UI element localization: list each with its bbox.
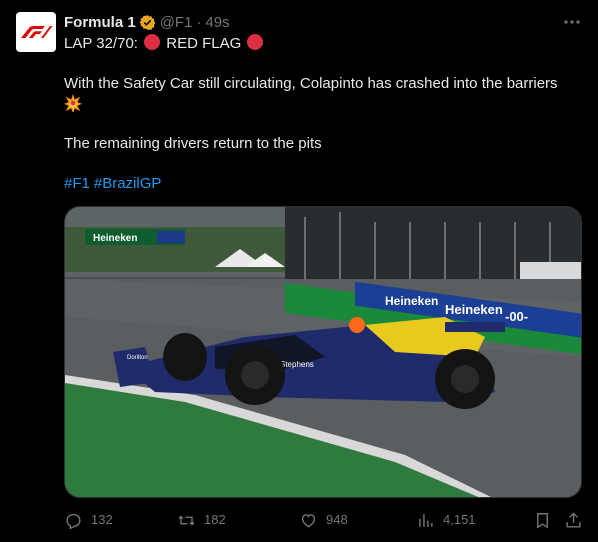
banner-heineken-1: Heineken <box>385 294 438 308</box>
banner-heineken-left: Heineken <box>93 233 137 244</box>
more-options-icon[interactable] <box>560 12 584 32</box>
like-button[interactable]: 948 <box>299 508 348 532</box>
avatar[interactable] <box>16 12 56 52</box>
bookmark-button[interactable] <box>533 508 560 532</box>
repost-icon <box>178 515 195 525</box>
views-icon <box>419 513 433 527</box>
tweet[interactable]: Formula 1 @F1 · 49s LAP 32/70: RED FLAG … <box>0 0 598 542</box>
tweet-media-image[interactable]: Heineken Heineken Heineken -00- Stephens… <box>64 206 582 498</box>
collision-icon <box>64 94 82 112</box>
repost-button[interactable]: 182 <box>177 508 226 532</box>
tweet-header: Formula 1 @F1 · 49s <box>64 12 230 32</box>
red-circle-icon <box>247 34 264 50</box>
separator-dot: · <box>196 13 202 31</box>
hashtags: #F1 #BrazilGP <box>64 174 584 194</box>
share-icon <box>566 511 581 528</box>
pits-line: The remaining drivers return to the pits <box>64 135 322 152</box>
views-button[interactable]: 4,151 <box>416 508 476 532</box>
repost-count: 182 <box>204 512 226 527</box>
hashtag-f1[interactable]: #F1 <box>64 175 90 192</box>
tweet-actions: 132 182 948 4,151 <box>64 508 584 532</box>
lap-line: LAP 32/70: RED FLAG <box>64 34 584 54</box>
heart-icon <box>301 513 316 528</box>
timestamp[interactable]: 49s <box>205 14 229 31</box>
f1-logo-icon <box>21 26 53 38</box>
reply-icon <box>66 513 81 530</box>
reply-count: 132 <box>91 512 113 527</box>
reply-button[interactable]: 132 <box>64 508 113 532</box>
share-button[interactable] <box>564 508 591 532</box>
banner-heineken-2: Heineken <box>445 302 503 317</box>
red-flag-text: RED FLAG <box>166 35 242 52</box>
crash-line: With the Safety Car still circulating, C… <box>64 75 558 92</box>
car-sponsor-2: Dorilton <box>127 355 148 361</box>
tweet-text: LAP 32/70: RED FLAG With the Safety Car … <box>64 34 584 194</box>
views-count: 4,151 <box>443 512 476 527</box>
bookmark-icon <box>537 512 548 529</box>
hashtag-brazilgp[interactable]: #BrazilGP <box>94 175 162 192</box>
like-count: 948 <box>326 512 348 527</box>
red-circle-icon <box>144 34 161 50</box>
author-handle[interactable]: @F1 <box>160 14 193 31</box>
verified-badge-icon[interactable] <box>139 14 156 31</box>
car-sponsor: Stephens <box>280 360 314 369</box>
banner-zero: -00- <box>505 309 528 324</box>
author-name[interactable]: Formula 1 <box>64 14 136 31</box>
crash-photo: Heineken Heineken Heineken -00- Stephens… <box>65 207 581 497</box>
lap-prefix: LAP 32/70: <box>64 35 138 52</box>
